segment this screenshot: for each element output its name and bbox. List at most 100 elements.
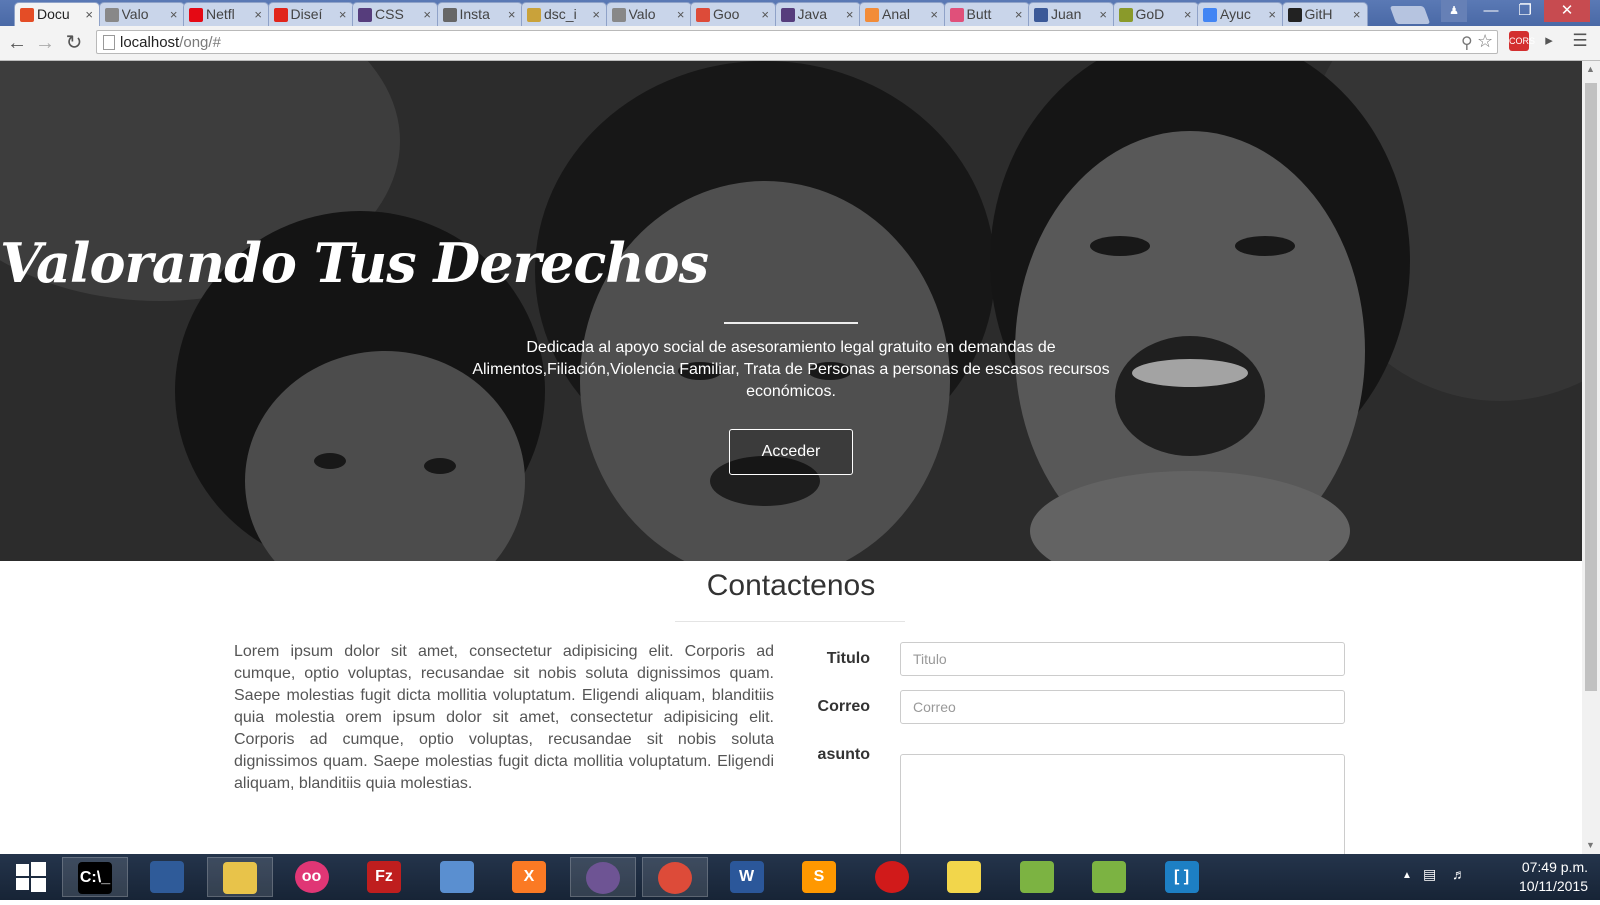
browser-tab[interactable]: Valo ×	[98, 2, 185, 26]
scroll-up-arrow-icon[interactable]: ▲	[1586, 64, 1595, 74]
taskbar-app-sticky-notes[interactable]	[932, 857, 998, 897]
asunto-label: asunto	[817, 746, 870, 763]
hero-divider	[724, 322, 858, 324]
contact-description: Lorem ipsum dolor sit amet, consectetur …	[234, 643, 774, 792]
address-bar[interactable]: localhost/ong/# ⚲ ☆	[96, 30, 1498, 54]
key-icon[interactable]: ⚲	[1461, 33, 1473, 53]
system-clock[interactable]: 07:49 p.m. 10/11/2015	[1488, 858, 1588, 896]
correo-input[interactable]	[900, 690, 1345, 724]
tab-close-icon[interactable]: ×	[254, 3, 262, 26]
maximize-button[interactable]: ❐	[1508, 0, 1542, 22]
tab-close-icon[interactable]: ×	[1015, 3, 1023, 26]
taskbar-app-chrome[interactable]	[642, 857, 708, 897]
tab-close-icon[interactable]: ×	[1099, 3, 1107, 26]
acceder-button[interactable]: Acceder	[729, 429, 853, 475]
user-profile-icon[interactable]: ♟	[1441, 0, 1467, 22]
scroll-down-arrow-icon[interactable]: ▼	[1586, 840, 1595, 850]
tab-close-icon[interactable]: ×	[761, 3, 769, 26]
taskbar-app-flickr[interactable]: oo	[280, 857, 346, 897]
browser-tab-label: Valo	[628, 6, 656, 22]
browser-toolbar: ← → ↻ localhost/ong/# ⚲ ☆ CORS ▸ ☰	[0, 26, 1600, 61]
taskbar-app-cube[interactable]	[425, 857, 491, 897]
reload-icon[interactable]: ↻	[63, 32, 85, 54]
minimize-button[interactable]: —	[1474, 0, 1508, 22]
network-icon[interactable]: ▤	[1423, 866, 1436, 883]
browser-tab[interactable]: Netfl ×	[183, 2, 269, 26]
tab-close-icon[interactable]: ×	[592, 3, 600, 26]
hero-background-photo	[0, 61, 1582, 561]
forward-icon[interactable]: →	[34, 32, 56, 54]
extension-icon[interactable]: ▸	[1539, 31, 1559, 51]
volume-icon[interactable]: ♬	[1452, 866, 1466, 882]
browser-tab[interactable]: Anal ×	[859, 2, 945, 26]
taskbar-app-terminal[interactable]: C:\_	[62, 857, 128, 897]
browser-tab[interactable]: Java ×	[774, 2, 861, 26]
browser-tab[interactable]: GoD ×	[1112, 2, 1199, 26]
correo-label: Correo	[817, 698, 870, 715]
tab-close-icon[interactable]: ×	[423, 3, 431, 26]
chrome-icon	[658, 862, 692, 894]
taskbar-app-file-explorer[interactable]	[207, 857, 273, 897]
tab-close-icon[interactable]: ×	[170, 3, 178, 26]
browser-tab[interactable]: Juan ×	[1028, 2, 1114, 26]
page-viewport: Valorando Tus Derechos Dedicada al apoyo…	[0, 61, 1582, 854]
taskbar-app-android-studio[interactable]	[1005, 857, 1071, 897]
terminal-icon: C:\_	[78, 862, 112, 894]
browser-tab[interactable]: GitH ×	[1281, 2, 1368, 26]
browser-tab[interactable]: Docu ×	[14, 2, 100, 26]
browser-tab[interactable]: CSS ×	[352, 2, 438, 26]
tab-close-icon[interactable]: ×	[339, 3, 347, 26]
tab-close-icon[interactable]: ×	[508, 3, 516, 26]
adobe-icon	[273, 8, 288, 22]
taskbar-app-start[interactable]	[0, 857, 66, 897]
record-icon	[874, 861, 909, 893]
sublime-icon: S	[802, 861, 836, 893]
browser-tab[interactable]: Diseí ×	[267, 2, 354, 26]
tab-close-icon[interactable]: ×	[85, 3, 93, 26]
taskbar-app-xampp[interactable]: X	[497, 857, 563, 897]
contact-title: Contactenos	[706, 569, 876, 602]
browser-tab[interactable]: Butt ×	[943, 2, 1030, 26]
taskbar-app-brackets[interactable]: [ ]	[1150, 857, 1216, 897]
taskbar-app-github-desktop[interactable]	[569, 857, 636, 897]
titulo-input[interactable]	[900, 642, 1345, 676]
back-icon[interactable]: ←	[6, 32, 28, 54]
browser-tab[interactable]: Ayuc ×	[1197, 2, 1283, 26]
tab-close-icon[interactable]: ×	[1184, 3, 1192, 26]
browser-tab[interactable]: Insta ×	[436, 2, 523, 26]
star-icon[interactable]: ☆	[1477, 31, 1493, 52]
browser-tab[interactable]: Goo ×	[690, 2, 776, 26]
tab-close-icon[interactable]: ×	[846, 3, 854, 26]
browser-tab-label: Diseí	[290, 6, 323, 22]
tab-close-icon[interactable]: ×	[677, 3, 685, 26]
godaddy-icon	[1118, 8, 1133, 22]
tray-overflow-icon[interactable]: ▲	[1402, 870, 1412, 881]
taskbar-app-word[interactable]: W	[715, 857, 781, 897]
scroll-thumb[interactable]	[1585, 83, 1597, 691]
tab-close-icon[interactable]: ×	[930, 3, 938, 26]
tab-close-icon[interactable]: ×	[1268, 3, 1276, 26]
browser-tab-label: Docu	[37, 6, 70, 22]
close-window-button[interactable]: ✕	[1544, 0, 1590, 22]
browser-tab-label: Butt	[966, 6, 992, 22]
taskbar-app-sublime[interactable]: S	[787, 857, 853, 897]
url-host: localhost	[120, 34, 180, 51]
browser-tab[interactable]: dsc_i ×	[521, 2, 607, 26]
url-text[interactable]: localhost/ong/#	[120, 34, 221, 51]
browser-tab-label: CSS	[375, 6, 404, 22]
flickr-icon: oo	[294, 861, 329, 893]
taskbar-app-virtualbox[interactable]	[135, 857, 201, 897]
new-tab-button[interactable]	[1389, 6, 1431, 24]
cors-extension-icon[interactable]: CORS	[1509, 31, 1535, 51]
asunto-textarea[interactable]	[900, 754, 1345, 854]
taskbar-app-android-studio-2[interactable]	[1077, 857, 1143, 897]
page-scrollbar[interactable]: ▲ ▼	[1582, 61, 1600, 854]
cube-icon	[439, 861, 474, 893]
browser-tab[interactable]: Valo ×	[605, 2, 692, 26]
hero-section: Valorando Tus Derechos Dedicada al apoyo…	[0, 61, 1582, 561]
tab-close-icon[interactable]: ×	[1353, 3, 1361, 26]
menu-icon[interactable]: ☰	[1570, 31, 1590, 51]
taskbar-app-filezilla[interactable]: Fz	[352, 857, 418, 897]
contact-divider	[675, 621, 905, 622]
taskbar-app-record[interactable]	[860, 857, 926, 897]
